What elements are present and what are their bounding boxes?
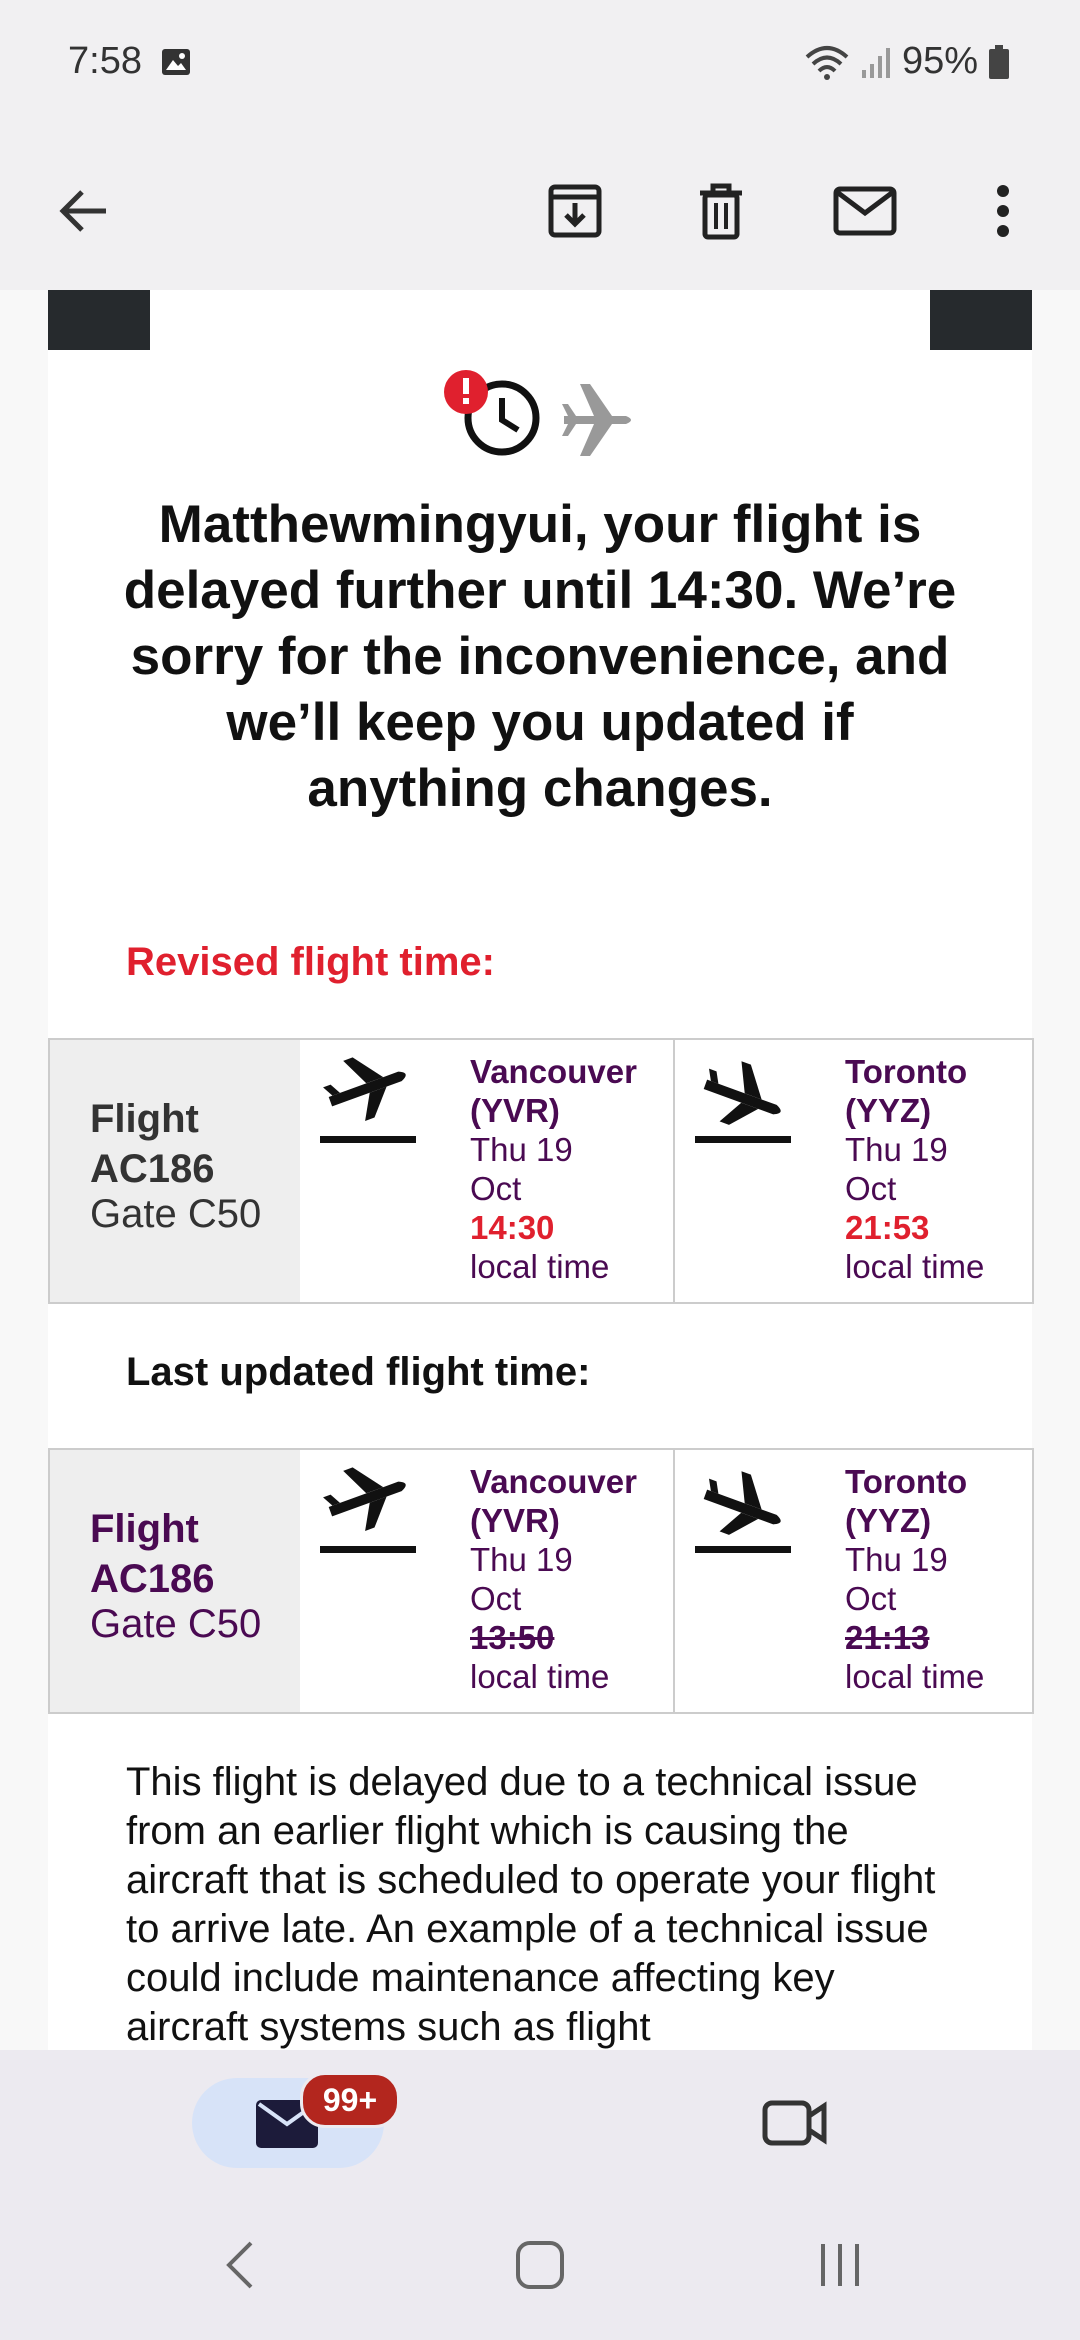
system-navigation-bar <box>0 2190 1080 2340</box>
system-back-button[interactable] <box>205 2230 275 2300</box>
arrival-time-note: local time <box>845 1248 985 1285</box>
revised-flight-label: Revised flight time: <box>126 940 495 984</box>
email-body: Matthewmingyui, your flight is delayed f… <box>48 290 1034 2050</box>
arrival-time-old: 21:13 <box>845 1619 930 1656</box>
arrival-details: Toronto (YYZ) Thu 19 Oct 21:53 local tim… <box>845 1052 985 1286</box>
wifi-icon <box>805 45 849 80</box>
last-updated-label: Last updated flight time: <box>126 1350 591 1394</box>
delay-illustration <box>444 370 631 456</box>
departure-time-note: local time <box>470 1248 610 1285</box>
departure-details: Vancouver (YVR) Thu 19 Oct 13:50 local t… <box>470 1462 650 1696</box>
archive-icon <box>548 184 602 238</box>
back-button[interactable] <box>38 166 128 256</box>
unread-count-badge: 99+ <box>300 2072 400 2128</box>
home-square-icon <box>516 2241 564 2289</box>
status-bar: 7:58 95% <box>0 0 1080 130</box>
departure-city: Vancouver (YVR) <box>470 1463 637 1539</box>
departure-city: Vancouver (YVR) <box>470 1053 637 1129</box>
arrival-segment: Toronto (YYZ) Thu 19 Oct 21:53 local tim… <box>675 1040 1032 1302</box>
more-vert-icon <box>997 185 1009 237</box>
gallery-icon <box>162 49 190 75</box>
flight-info-cell: Flight AC186 Gate C50 <box>50 1040 300 1302</box>
flight-number: Flight AC186 <box>90 1507 215 1601</box>
alert-icon <box>444 370 488 414</box>
departure-plane-icon <box>320 1057 416 1143</box>
arrival-city: Toronto (YYZ) <box>845 1053 968 1129</box>
arrival-date: Thu 19 Oct <box>845 1131 948 1207</box>
delete-icon <box>700 183 742 240</box>
flight-number: Flight AC186 <box>90 1097 215 1191</box>
arrival-time: 21:53 <box>845 1209 930 1246</box>
departure-details: Vancouver (YVR) Thu 19 Oct 14:30 local t… <box>470 1052 650 1286</box>
system-recents-button[interactable] <box>800 2230 880 2300</box>
arrival-details: Toronto (YYZ) Thu 19 Oct 21:13 local tim… <box>845 1462 985 1696</box>
flight-gate: Gate C50 <box>90 1602 262 1646</box>
chevron-left-icon <box>226 2241 253 2289</box>
mark-unread-icon <box>833 186 897 236</box>
email-content: Matthewmingyui, your flight is delayed f… <box>0 290 1080 2050</box>
signal-icon <box>861 47 890 78</box>
previous-flight-table: Flight AC186 Gate C50 Vancouver (YVR) Th… <box>48 1448 1034 1714</box>
battery-percent: 95% <box>901 40 978 82</box>
back-arrow-icon <box>59 190 106 232</box>
status-time: 7:58 <box>68 40 142 82</box>
departure-segment: Vancouver (YVR) Thu 19 Oct 14:30 local t… <box>300 1040 673 1302</box>
bottom-navigation: 99+ <box>0 2050 1080 2190</box>
departure-segment: Vancouver (YVR) Thu 19 Oct 13:50 local t… <box>300 1450 673 1712</box>
flight-gate: Gate C50 <box>90 1192 262 1236</box>
more-options-button[interactable] <box>958 166 1048 256</box>
arrival-date: Thu 19 Oct <box>845 1541 948 1617</box>
airplane-icon <box>562 384 631 456</box>
status-icons: 95% <box>804 40 1010 83</box>
delete-button[interactable] <box>676 166 766 256</box>
departure-time-note: local time <box>470 1658 610 1695</box>
email-headline: Matthewmingyui, your flight is delayed f… <box>123 495 957 818</box>
meet-video-icon <box>762 2100 827 2146</box>
departure-time-old: 13:50 <box>470 1619 555 1656</box>
battery-icon <box>989 44 1009 79</box>
header-block-right <box>930 290 1032 350</box>
departure-time: 14:30 <box>470 1209 555 1246</box>
departure-date: Thu 19 Oct <box>470 1131 573 1207</box>
archive-button[interactable] <box>530 166 620 256</box>
departure-date: Thu 19 Oct <box>470 1541 573 1617</box>
header-block-left <box>48 290 150 350</box>
meet-tab[interactable] <box>740 2078 850 2168</box>
departure-plane-icon <box>320 1467 416 1553</box>
revised-flight-table: Flight AC186 Gate C50 Vancouver (YVR) Th… <box>48 1038 1034 1304</box>
system-home-button[interactable] <box>500 2230 580 2300</box>
arrival-time-note: local time <box>845 1658 985 1695</box>
app-bar <box>0 130 1080 290</box>
mark-unread-button[interactable] <box>820 166 910 256</box>
arrival-city: Toronto (YYZ) <box>845 1463 968 1539</box>
arrival-segment: Toronto (YYZ) Thu 19 Oct 21:13 local tim… <box>675 1450 1032 1712</box>
delay-explanation: This flight is delayed due to a technica… <box>126 1760 936 2049</box>
arrival-plane-icon <box>695 1061 791 1143</box>
flight-info-cell: Flight AC186 Gate C50 <box>50 1450 300 1712</box>
recents-icon <box>821 2244 859 2286</box>
arrival-plane-icon <box>695 1471 791 1553</box>
